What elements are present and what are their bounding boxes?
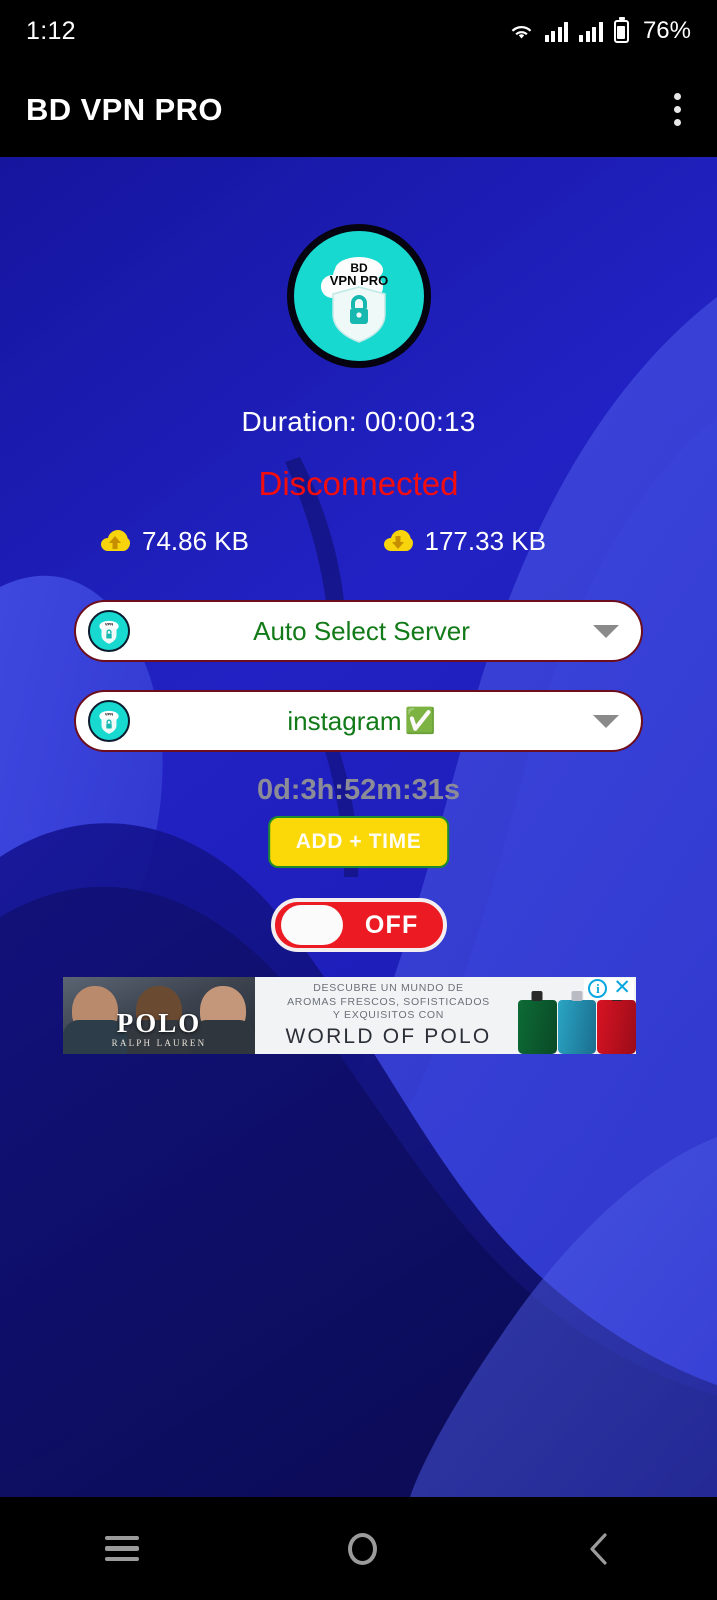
toggle-state-label: OFF (364, 910, 419, 939)
ad-brand-name: POLO (116, 1008, 202, 1038)
download-value: 177.33 KB (424, 526, 546, 556)
chevron-down-icon[interactable] (593, 624, 619, 638)
cloud-download-icon (383, 529, 413, 551)
vpn-panel: BD VPN PRO Duration: 00:00:13 Disconnect… (0, 157, 717, 1497)
vpn-cloud-shield-icon: BD VPN PRO (320, 257, 388, 343)
upload-value: 74.86 KB (142, 526, 249, 556)
chevron-left-icon (590, 1532, 607, 1565)
app-select-label: instagram ✅ (130, 706, 593, 737)
vpn-cloud-shield-icon: VPN (99, 710, 119, 734)
vpn-power-toggle[interactable]: OFF (270, 898, 447, 952)
back-button[interactable] (546, 1515, 652, 1583)
app-select-value: instagram (287, 705, 402, 736)
ad-brand-sub: RALPH LAUREN (111, 1038, 207, 1048)
ad-headline: WORLD OF POLO (285, 1025, 492, 1049)
toggle-knob[interactable] (280, 905, 343, 945)
ad-copy: DESCUBRE UN MUNDO DE AROMAS FRESCOS, SOF… (255, 977, 518, 1054)
ad-controls: i ✕ (584, 977, 634, 1000)
server-select-label: Auto Select Server (253, 615, 470, 646)
app-vpn-icon: VPN (88, 700, 130, 742)
battery-percent: 76% (642, 17, 691, 44)
ad-banner[interactable]: POLO RALPH LAUREN DESCUBRE UN MUNDO DE A… (63, 977, 636, 1054)
remaining-time: 0d:3h:52m:31s (256, 774, 461, 806)
ad-line-3: Y EXQUISITOS CON (332, 1009, 445, 1022)
page-title: BD VPN PRO (26, 91, 223, 127)
overflow-menu-icon[interactable] (664, 85, 691, 134)
chevron-down-icon[interactable] (593, 714, 619, 728)
ad-brand-block: POLO RALPH LAUREN (112, 1010, 207, 1054)
android-nav-bar (0, 1497, 717, 1600)
verified-check-icon: ✅ (404, 706, 436, 735)
signal-icon-2 (579, 20, 603, 42)
add-time-button[interactable]: ADD + TIME (267, 816, 450, 868)
app-select-dropdown[interactable]: VPN instagram ✅ (74, 690, 643, 752)
svg-text:VPN: VPN (105, 622, 113, 627)
wifi-icon (511, 25, 532, 39)
main-content: BD VPN PRO Duration: 00:00:13 Disconnect… (0, 157, 717, 1497)
upload-stat: 74.86 KB (100, 526, 335, 557)
hamburger-icon (104, 1535, 139, 1562)
server-vpn-icon: VPN (88, 610, 130, 652)
battery-icon (613, 16, 629, 43)
svg-text:VPN: VPN (105, 712, 113, 717)
signal-icon-1 (544, 20, 569, 42)
cloud-upload-icon (101, 529, 130, 551)
ad-line-1: DESCUBRE UN MUNDO DE (313, 981, 464, 994)
ad-info-icon[interactable]: i (588, 979, 608, 998)
connection-status: Disconnected (258, 465, 459, 502)
status-icon-group: 76% (509, 16, 691, 45)
duration-label: Duration: 00:00:13 (241, 406, 476, 437)
download-stat: 177.33 KB (335, 526, 618, 557)
phone-screen: 1:12 76% BD VPN PRO BD VPN PRO Duration:… (0, 0, 717, 1600)
ad-image: POLO RALPH LAUREN (63, 977, 255, 1054)
circle-icon (347, 1532, 377, 1565)
vpn-cloud-shield-icon: VPN (99, 620, 119, 644)
recents-button[interactable] (65, 1520, 179, 1578)
app-logo: BD VPN PRO (286, 224, 431, 368)
app-bar: BD VPN PRO (0, 62, 717, 157)
ad-line-2: AROMAS FRESCOS, SOFISTICADOS (287, 995, 490, 1008)
home-button[interactable] (308, 1517, 417, 1581)
traffic-stats: 74.86 KB 177.33 KB (0, 526, 717, 557)
ad-close-icon[interactable]: ✕ (613, 977, 631, 998)
server-select-dropdown[interactable]: VPN Auto Select Server (74, 600, 643, 662)
status-time: 1:12 (26, 16, 76, 45)
status-bar: 1:12 76% (0, 0, 717, 62)
svg-text:VPN PRO: VPN PRO (329, 273, 388, 288)
